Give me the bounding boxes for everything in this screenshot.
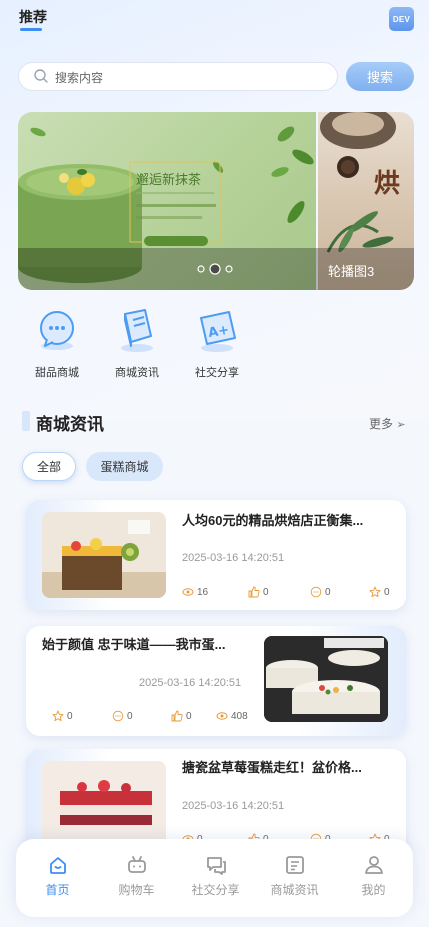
article-date: 2025-03-16 14:20:51 bbox=[139, 677, 242, 689]
tab-label: 购物车 bbox=[118, 883, 155, 897]
quick-nav-label: 社交分享 bbox=[195, 367, 239, 379]
banner-slide-title: 邂逅新抹茶 bbox=[136, 172, 201, 188]
carousel-dot bbox=[197, 265, 205, 273]
star-icon bbox=[369, 586, 381, 598]
quick-nav-mall-news[interactable]: 商城资讯 bbox=[101, 306, 171, 386]
header: 推荐 DEV bbox=[0, 0, 429, 44]
user-icon bbox=[365, 856, 383, 874]
carousel-dot bbox=[225, 265, 233, 273]
a-plus-icon: A+ bbox=[200, 311, 236, 352]
quick-nav: 甜品商城 商城资讯 A+ 社交分享 bbox=[0, 306, 429, 386]
book-icon bbox=[121, 309, 153, 352]
tab-profile[interactable]: 我的 bbox=[334, 839, 413, 917]
comment-count[interactable]: 0 bbox=[112, 710, 133, 722]
dev-badge[interactable]: DEV bbox=[389, 7, 414, 31]
article-thumbnail bbox=[264, 636, 388, 722]
tab-mall-news[interactable]: 商城资讯 bbox=[255, 839, 334, 917]
article-thumbnail bbox=[42, 512, 166, 598]
section-title: 商城资讯 bbox=[36, 415, 104, 434]
article-title: 人均60元的精品烘焙店正衡集... bbox=[182, 513, 364, 528]
more-label: 更多 bbox=[369, 417, 394, 431]
eye-icon bbox=[216, 712, 228, 720]
article-date: 2025-03-16 14:20:51 bbox=[182, 552, 285, 564]
article-title: 搪瓷盆草莓蛋糕走红！盆价格... bbox=[182, 760, 362, 775]
eye-icon bbox=[182, 588, 194, 596]
carousel-dot-active bbox=[209, 263, 221, 275]
page-title: 推荐 bbox=[19, 9, 47, 25]
quick-nav-dessert-mall[interactable]: 甜品商城 bbox=[21, 306, 91, 386]
comment-icon bbox=[112, 710, 124, 722]
search-box[interactable] bbox=[18, 62, 338, 91]
search-button[interactable]: 搜索 bbox=[346, 62, 414, 91]
title-underline bbox=[20, 28, 42, 31]
like-count[interactable]: 0 bbox=[171, 710, 192, 722]
filter-chip-all[interactable]: 全部 bbox=[22, 452, 76, 481]
like-count[interactable]: 0 bbox=[248, 586, 269, 598]
bottom-tab-bar: 首页 购物车 社交分享 商城资讯 我的 bbox=[16, 839, 413, 917]
search-input[interactable] bbox=[53, 67, 327, 89]
news-section-header: 商城资讯 更多 ➢ bbox=[22, 407, 412, 437]
thumb-up-icon bbox=[248, 586, 260, 598]
view-count: 16 bbox=[182, 586, 208, 598]
tab-label: 首页 bbox=[45, 883, 70, 897]
view-count: 408 bbox=[216, 710, 248, 722]
carousel-indicator bbox=[197, 263, 233, 275]
star-icon bbox=[52, 710, 64, 722]
svg-text:烘: 烘 bbox=[374, 169, 400, 199]
filter-chip-cake-mall[interactable]: 蛋糕商城 bbox=[86, 452, 163, 481]
tab-label: 我的 bbox=[361, 883, 386, 897]
article-card[interactable]: 始于颜值 忠于味道——我市蛋... 2025-03-16 14:20:51 0 … bbox=[26, 626, 406, 736]
chevron-right-icon: ➢ bbox=[396, 419, 406, 431]
favorite-count[interactable]: 0 bbox=[369, 586, 390, 598]
tab-social-share[interactable]: 社交分享 bbox=[176, 839, 255, 917]
article-date: 2025-03-16 14:20:51 bbox=[182, 800, 285, 812]
favorite-count[interactable]: 0 bbox=[52, 710, 73, 722]
section-accent-bar bbox=[22, 411, 30, 431]
tab-home[interactable]: 首页 bbox=[18, 839, 97, 917]
search-icon bbox=[34, 69, 48, 83]
article-card[interactable]: 人均60元的精品烘焙店正衡集... 2025-03-16 14:20:51 16… bbox=[26, 500, 406, 610]
tab-label: 社交分享 bbox=[191, 883, 240, 897]
cart-icon bbox=[128, 856, 146, 873]
comment-count[interactable]: 0 bbox=[310, 586, 331, 598]
thumb-up-icon bbox=[171, 710, 183, 722]
chat-bubble-icon bbox=[40, 311, 74, 350]
quick-nav-social-share[interactable]: A+ 社交分享 bbox=[181, 306, 251, 386]
comment-icon bbox=[310, 586, 322, 598]
quick-nav-label: 甜品商城 bbox=[35, 367, 79, 379]
more-link[interactable]: 更多 ➢ bbox=[369, 415, 406, 432]
article-title: 始于颜值 忠于味道——我市蛋... bbox=[42, 637, 226, 652]
home-icon bbox=[50, 857, 66, 874]
tab-label: 商城资讯 bbox=[270, 883, 319, 897]
article-thumbnail bbox=[42, 761, 166, 847]
tab-cart[interactable]: 购物车 bbox=[97, 839, 176, 917]
quick-nav-label: 商城资讯 bbox=[115, 367, 159, 379]
news-icon bbox=[286, 856, 304, 874]
banner-caption: 轮播图3 bbox=[328, 264, 375, 279]
chat-icon bbox=[207, 857, 226, 875]
